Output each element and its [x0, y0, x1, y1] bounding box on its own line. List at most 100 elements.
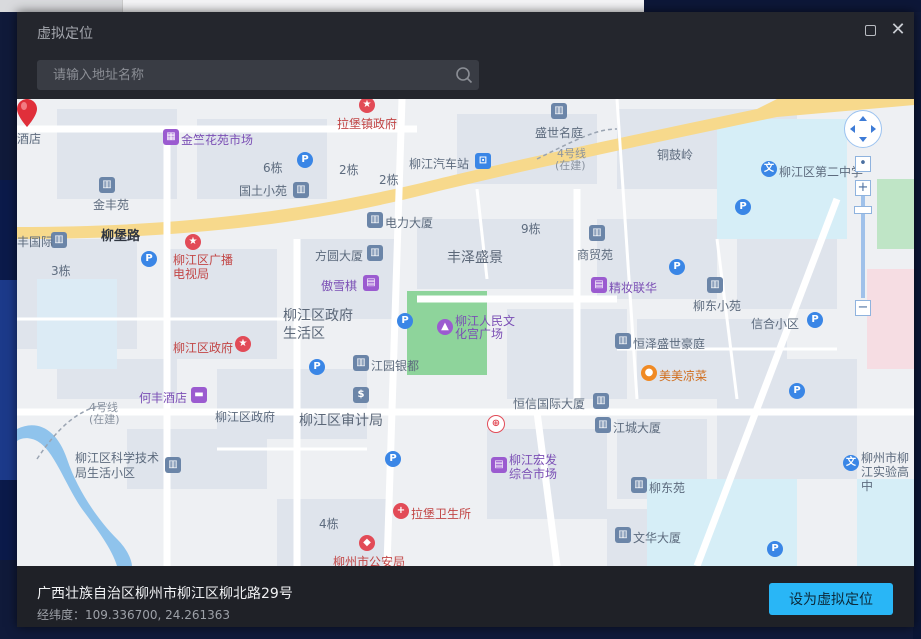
building-icon[interactable]: ▥ [615, 527, 631, 543]
poi-label: 铜鼓岭 [657, 148, 694, 162]
atm-icon[interactable]: $ [353, 387, 369, 403]
parking-icon[interactable]: P [807, 312, 823, 328]
building-icon[interactable]: ▥ [631, 477, 647, 493]
locate-button[interactable]: • [855, 156, 871, 172]
poi-label: 丰国际 [17, 235, 54, 249]
poi-label: 傲雪棋 [321, 279, 358, 293]
maximize-icon[interactable] [865, 25, 876, 36]
building-icon[interactable]: ▥ [615, 333, 631, 349]
poi-label: 何丰酒店 [139, 391, 188, 405]
poi-label: 柳江人民文化宫广场 [455, 314, 516, 341]
poi-label: 信合小区 [751, 317, 800, 331]
building-icon[interactable]: ▥ [589, 225, 605, 241]
building-icon[interactable]: ▥ [353, 355, 369, 371]
shop-icon[interactable]: ▤ [363, 275, 379, 291]
poi-label: 方圆大厦 [315, 249, 364, 263]
poi-label: 江园银都 [371, 359, 420, 373]
parking-icon[interactable]: P [385, 451, 401, 467]
zoom-slider-handle[interactable] [854, 206, 872, 214]
plaza-icon[interactable]: ▲ [437, 319, 453, 335]
building-icon[interactable]: ▥ [367, 245, 383, 261]
parking-icon[interactable]: P [767, 541, 783, 557]
coordinates-value: 109.336700, 24.261363 [85, 608, 231, 622]
hotel-icon[interactable]: ▬ [191, 387, 207, 403]
selected-address: 广西壮族自治区柳州市柳江区柳北路29号 [37, 586, 293, 602]
parking-icon[interactable]: P [735, 199, 751, 215]
background-window [122, 0, 645, 12]
police-icon[interactable]: ◆ [359, 535, 375, 551]
zoom-in-button[interactable]: + [855, 180, 871, 196]
building-label: 4栋 [319, 517, 339, 531]
map-view[interactable]: 柳堡路 酒店 ▦ 金竺花苑市场 ★ 拉堡镇政府 ▥ 盛世名庭 4号线 (在建) … [17, 99, 914, 566]
search-input[interactable] [37, 60, 453, 90]
poi-label: 商贸苑 [577, 248, 614, 262]
poi-label: 柳州市柳江实验高中 [861, 451, 910, 493]
building-icon[interactable]: ▥ [51, 232, 67, 248]
poi-label: 电力大厦 [385, 216, 434, 230]
poi-label: 柳江区政府 [173, 341, 234, 355]
building-label: 2栋 [379, 173, 399, 187]
search-box [37, 60, 479, 90]
location-pin-icon [17, 99, 37, 127]
building-label: 2栋 [339, 163, 359, 177]
poi-label: 盛世名庭 [535, 126, 584, 140]
government-icon[interactable]: ★ [185, 234, 201, 250]
poi-label: 酒店 [17, 132, 42, 146]
building-icon[interactable]: ▥ [551, 103, 567, 119]
poi-label: 金丰苑 [93, 198, 130, 212]
restaurant-icon[interactable]: ● [641, 365, 657, 381]
zoom-out-button[interactable]: − [855, 300, 871, 316]
road-label: 柳堡路 [101, 229, 141, 244]
poi-label: 柳江区政府 [215, 410, 276, 424]
dialog-footer: 广西壮族自治区柳州市柳江区柳北路29号 经纬度：109.336700, 24.2… [17, 566, 914, 627]
clinic-icon[interactable]: + [393, 503, 409, 519]
parking-icon[interactable]: P [141, 251, 157, 267]
poi-label: 文华大厦 [633, 531, 682, 545]
building-icon[interactable]: ▥ [165, 457, 181, 473]
pan-control[interactable] [844, 110, 882, 148]
building-label: 3栋 [51, 264, 71, 278]
bus-station-icon[interactable]: ⊡ [475, 153, 491, 169]
market-icon[interactable]: ▦ [163, 129, 179, 145]
poi-label: 柳江汽车站 [409, 157, 470, 171]
government-icon[interactable]: ★ [235, 336, 251, 352]
poi-label: 拉堡镇政府 [337, 117, 398, 131]
set-virtual-location-button[interactable]: 设为虚拟定位 [769, 583, 893, 615]
poi-label: 恒信国际大厦 [513, 397, 586, 411]
poi-label: 精妆联华 [609, 281, 658, 295]
poi-label: 柳东苑 [649, 481, 686, 495]
search-icon[interactable] [455, 66, 473, 84]
shop-icon[interactable]: ▤ [591, 277, 607, 293]
poi-label: 柳江区广播电视局 [173, 253, 234, 281]
area-label: 柳江区审计局 [299, 413, 383, 429]
virtual-location-dialog: 虚拟定位 ✕ 请输入地址名称 柳堡路 酒店 ▦ 金竺花苑市场 ★ 拉堡镇政府 ▥… [17, 12, 914, 627]
background-desktop-left-accent [0, 280, 18, 480]
school-icon[interactable]: 文 [761, 161, 777, 177]
close-icon[interactable]: ✕ [889, 21, 907, 39]
parking-icon[interactable]: P [309, 359, 325, 375]
dialog-title: 虚拟定位 [37, 26, 93, 42]
parking-icon[interactable]: P [669, 259, 685, 275]
parking-icon[interactable]: P [397, 313, 413, 329]
background-desktop-right [913, 60, 921, 639]
building-icon[interactable]: ▥ [593, 393, 609, 409]
poi-label: 柳州市公安局 [333, 555, 406, 566]
area-label: 柳江区政府生活区 [283, 308, 353, 342]
coordinates: 经纬度：109.336700, 24.261363 [37, 606, 230, 623]
building-icon[interactable]: ▥ [595, 417, 611, 433]
background-window-strip [0, 0, 122, 12]
background-desktop [644, 0, 921, 12]
building-icon[interactable]: ▥ [293, 182, 309, 198]
poi-label: 柳江宏发综合市场 [509, 453, 558, 481]
dialog-titlebar[interactable]: 虚拟定位 ✕ [17, 12, 914, 52]
parking-icon[interactable]: P [297, 152, 313, 168]
pharmacy-icon[interactable]: ⊕ [487, 415, 505, 433]
school-icon[interactable]: 文 [843, 455, 859, 471]
building-icon[interactable]: ▥ [367, 212, 383, 228]
market-icon[interactable]: ▤ [491, 457, 507, 473]
poi-label: 恒泽盛世豪庭 [633, 337, 706, 351]
building-icon[interactable]: ▥ [707, 277, 723, 293]
building-icon[interactable]: ▥ [99, 177, 115, 193]
parking-icon[interactable]: P [789, 383, 805, 399]
poi-label: 柳江区第二中学 [779, 165, 864, 179]
